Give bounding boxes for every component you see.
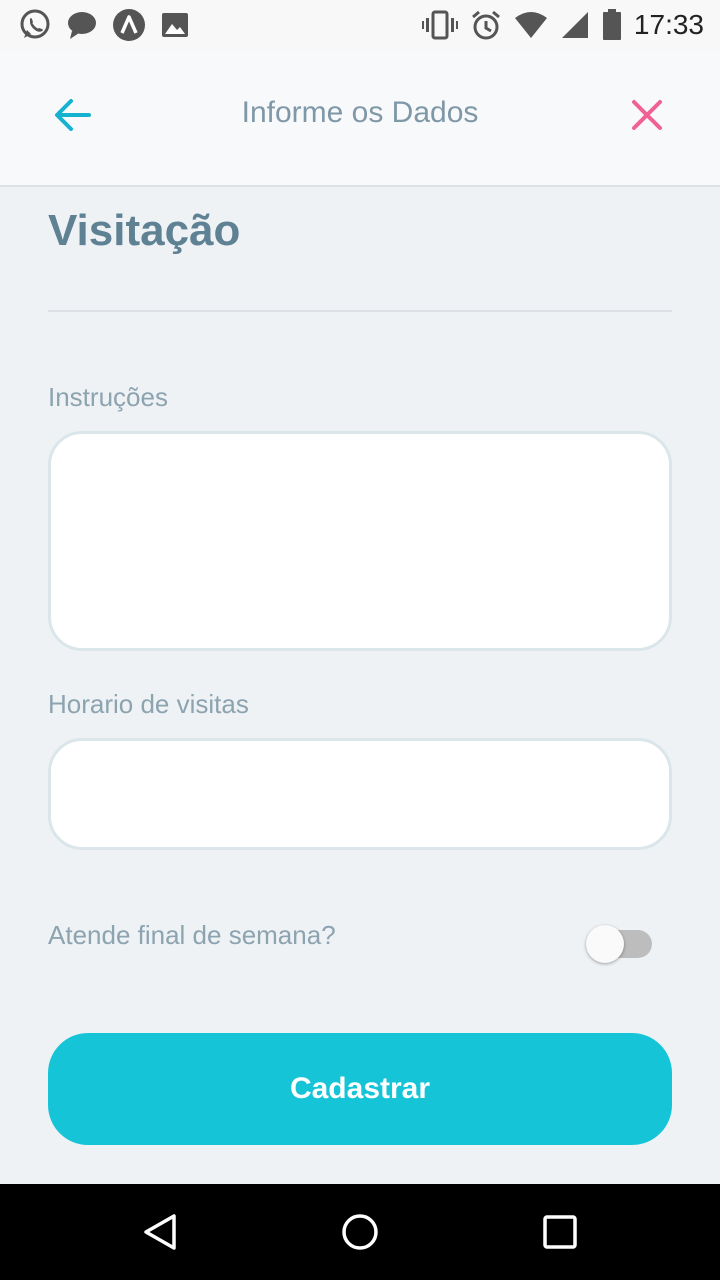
alarm-icon [470, 9, 502, 41]
status-bar: 17:33 [0, 0, 720, 50]
toggle-thumb [586, 925, 624, 963]
nav-back-icon [144, 1214, 176, 1250]
battery-icon [602, 9, 622, 41]
page-title: Visitação [48, 206, 241, 255]
chat-icon [66, 9, 98, 41]
vibrate-icon [421, 10, 458, 40]
status-icons-right: 17:33 [410, 9, 704, 41]
visit-hours-input[interactable] [48, 738, 672, 850]
whatsapp-icon [18, 8, 52, 42]
weekend-label: Atende final de semana? [48, 920, 336, 950]
visit-hours-label: Horario de visitas [48, 689, 249, 719]
signal-icon [560, 10, 590, 40]
app-icon [112, 8, 146, 42]
status-time: 17:33 [633, 9, 704, 40]
image-icon [160, 10, 190, 40]
header-title: Informe os Dados [241, 96, 479, 129]
close-button[interactable] [622, 90, 672, 140]
instructions-textarea[interactable] [48, 431, 672, 651]
navigation-bar [0, 1184, 720, 1280]
weekend-toggle[interactable] [586, 925, 652, 963]
nav-home-button[interactable] [340, 1212, 380, 1252]
app-header: Informe os Dados [0, 50, 720, 187]
weekend-row: Atende final de semana? [48, 920, 672, 970]
nav-back-button[interactable] [140, 1212, 180, 1252]
status-icons-left [18, 8, 204, 42]
close-icon [632, 100, 662, 130]
nav-recents-icon [543, 1215, 577, 1249]
instructions-label: Instruções [48, 382, 168, 412]
nav-home-icon [342, 1214, 378, 1250]
nav-recents-button[interactable] [540, 1212, 580, 1252]
divider [48, 310, 672, 312]
submit-button[interactable]: Cadastrar [48, 1033, 672, 1145]
wifi-icon [514, 10, 548, 40]
